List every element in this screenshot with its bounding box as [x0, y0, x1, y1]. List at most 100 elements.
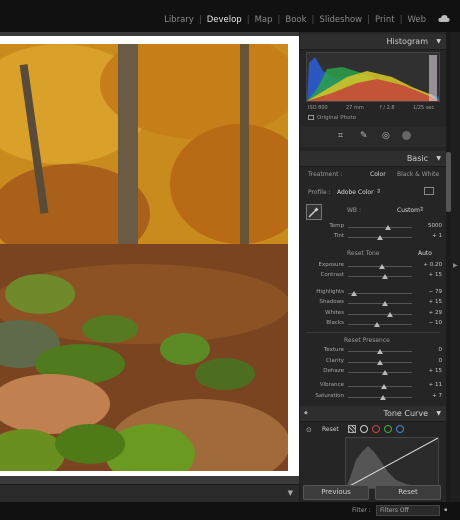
whites-value[interactable]: + 29 — [418, 310, 442, 316]
temp-track[interactable] — [348, 225, 412, 230]
blacks-slider[interactable]: Blacks − 10 — [300, 320, 446, 329]
saturation-track[interactable] — [348, 395, 412, 400]
temp-value[interactable]: 5000 — [418, 223, 442, 229]
filter-dropdown[interactable]: Filters Off — [376, 505, 440, 516]
histogram-graph[interactable] — [306, 52, 440, 102]
highlights-handle[interactable] — [351, 291, 358, 296]
tone-curve-graph[interactable] — [345, 437, 439, 489]
collapse-triangle-icon[interactable]: ◆ — [304, 410, 308, 416]
contrast-handle[interactable] — [382, 274, 389, 279]
parametric-curve-icon[interactable] — [348, 425, 356, 433]
contrast-track[interactable] — [348, 274, 412, 279]
shadows-handle[interactable] — [382, 301, 389, 306]
exposure-track[interactable] — [348, 264, 412, 269]
whites-slider[interactable]: Whites + 29 — [300, 310, 446, 319]
original-photo-checkbox[interactable] — [308, 115, 314, 120]
photo-autumn-forest[interactable] — [0, 44, 288, 471]
clarity-track[interactable] — [348, 360, 412, 365]
auto-button[interactable]: Auto — [418, 250, 432, 257]
module-print[interactable]: Print — [375, 15, 395, 25]
tint-track[interactable] — [348, 235, 412, 240]
highlights-slider[interactable]: Highlights − 79 — [300, 289, 446, 298]
blacks-value[interactable]: − 10 — [418, 320, 442, 326]
tone-curve-reset[interactable]: Reset — [322, 426, 339, 433]
module-web[interactable]: Web — [407, 15, 426, 25]
profile-browser-icon[interactable] — [424, 187, 434, 195]
contrast-value[interactable]: + 15 — [418, 272, 442, 278]
reset-button[interactable]: Reset — [375, 485, 441, 500]
chevron-down-icon[interactable]: ⇕ — [376, 188, 381, 195]
shadows-track[interactable] — [348, 301, 412, 306]
module-develop[interactable]: Develop — [207, 15, 242, 25]
exposure-value[interactable]: + 0.20 — [418, 262, 442, 268]
texture-slider[interactable]: Texture 0 — [300, 347, 446, 356]
texture-handle[interactable] — [377, 349, 383, 354]
tint-value[interactable]: + 1 — [418, 233, 442, 239]
treatment-bw-option[interactable]: Black & White — [397, 171, 439, 178]
panel-scrollbar[interactable] — [446, 32, 451, 502]
treatment-color-option[interactable]: Color — [370, 171, 386, 178]
module-slideshow[interactable]: Slideshow — [319, 15, 362, 25]
chevron-down-icon[interactable]: ⇕ — [419, 206, 424, 213]
clarity-handle[interactable] — [377, 360, 383, 365]
contrast-slider[interactable]: Contrast + 15 — [300, 272, 446, 281]
basic-header[interactable]: Basic ▼ — [300, 151, 446, 167]
temp-slider[interactable]: Temp 5000 — [300, 223, 446, 232]
point-curve-white-icon[interactable] — [360, 425, 368, 433]
tone-curve-header[interactable]: ◆ Tone Curve ▼ — [300, 406, 446, 422]
saturation-handle[interactable] — [379, 395, 386, 400]
point-curve-green-icon[interactable] — [384, 425, 392, 433]
healing-brush-icon[interactable]: ✎ — [360, 131, 368, 141]
shadows-slider[interactable]: Shadows + 15 — [300, 299, 446, 308]
vibrance-track[interactable] — [348, 384, 412, 389]
shadows-value[interactable]: + 15 — [418, 299, 442, 305]
dehaze-value[interactable]: + 15 — [418, 368, 442, 374]
whites-handle[interactable] — [386, 312, 393, 317]
clarity-value[interactable]: 0 — [418, 358, 443, 364]
toolbar-menu-icon[interactable]: ▼ — [288, 489, 293, 497]
blacks-track[interactable] — [348, 322, 412, 327]
whites-track[interactable] — [348, 312, 412, 317]
profile-dropdown[interactable]: Adobe Color — [337, 189, 374, 196]
previous-button[interactable]: Previous — [303, 485, 369, 500]
highlights-value[interactable]: − 79 — [418, 289, 442, 295]
eyedropper-icon[interactable] — [306, 204, 322, 220]
blacks-handle[interactable] — [373, 322, 380, 327]
dehaze-handle[interactable] — [382, 370, 389, 375]
red-eye-icon[interactable]: ◎ — [382, 131, 390, 141]
texture-value[interactable]: 0 — [418, 347, 443, 353]
module-map[interactable]: Map — [255, 15, 273, 25]
exposure-handle[interactable] — [378, 264, 385, 269]
collapse-triangle-icon[interactable]: ▼ — [436, 155, 441, 162]
dehaze-slider[interactable]: Dehaze + 15 — [300, 368, 446, 377]
clarity-slider[interactable]: Clarity 0 — [300, 358, 446, 367]
tint-handle[interactable] — [377, 235, 383, 240]
highlights-track[interactable] — [348, 291, 412, 296]
temp-handle[interactable] — [384, 225, 391, 230]
scrollbar-thumb[interactable] — [446, 152, 451, 212]
vibrance-slider[interactable]: Vibrance + 11 — [300, 382, 446, 391]
wb-dropdown[interactable]: Custom — [397, 207, 420, 214]
dehaze-track[interactable] — [348, 370, 412, 375]
module-library[interactable]: Library — [164, 15, 194, 25]
tint-slider[interactable]: Tint + 1 — [300, 233, 446, 242]
saturation-value[interactable]: + 7 — [418, 393, 442, 399]
histogram-header[interactable]: Histogram ▼ — [300, 34, 446, 50]
exposure-slider[interactable]: Exposure + 0.20 — [300, 262, 446, 271]
point-curve-blue-icon[interactable] — [396, 425, 404, 433]
collapse-triangle-icon[interactable]: ▼ — [436, 410, 441, 417]
filter-lock-icon[interactable]: ▪ — [444, 507, 447, 513]
reset-tone-label[interactable]: Reset Tone — [347, 250, 379, 257]
collapse-triangle-icon[interactable]: ▼ — [436, 38, 441, 45]
vibrance-handle[interactable] — [380, 384, 387, 389]
point-curve-red-icon[interactable] — [372, 425, 380, 433]
vibrance-value[interactable]: + 11 — [418, 382, 442, 388]
saturation-slider[interactable]: Saturation + 7 — [300, 393, 446, 402]
cloud-icon[interactable] — [438, 14, 450, 23]
target-adjust-icon[interactable]: ⊙ — [306, 426, 312, 434]
texture-track[interactable] — [348, 349, 412, 354]
expand-panel-icon[interactable]: ▶ — [453, 262, 458, 269]
masking-icon[interactable] — [402, 131, 411, 140]
crop-tool-icon[interactable]: ⌗ — [338, 131, 343, 141]
module-book[interactable]: Book — [285, 15, 306, 25]
